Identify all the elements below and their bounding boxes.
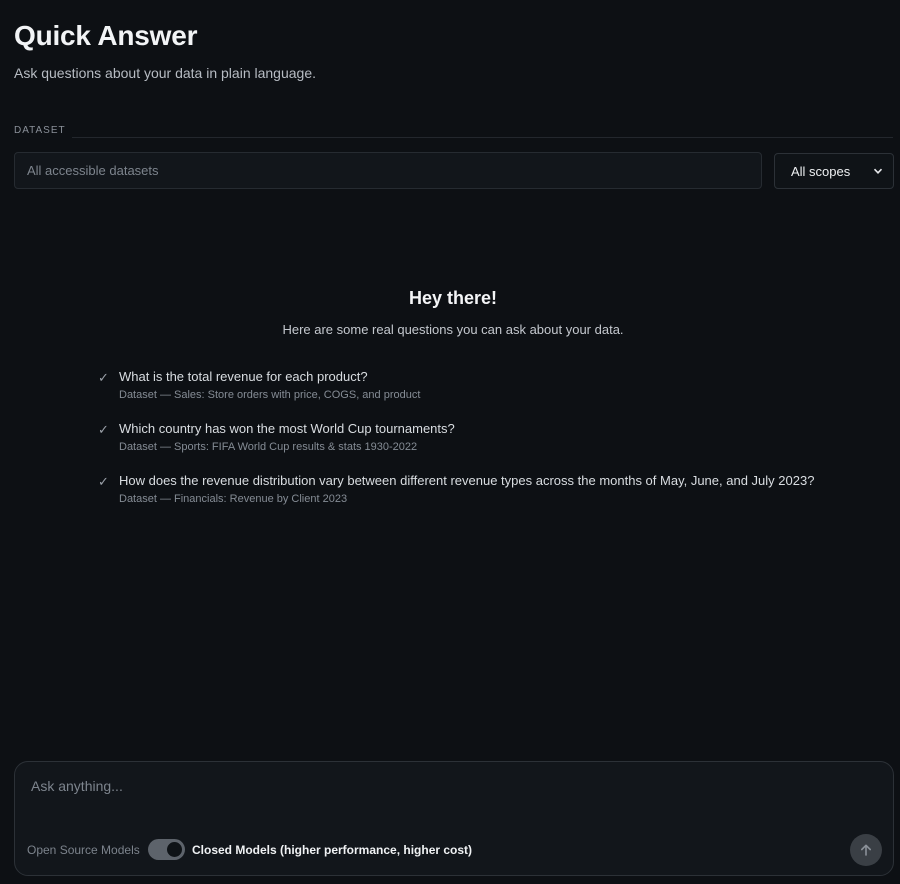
scope-select[interactable]: All scopes [774,153,894,189]
example-question-item[interactable]: ✓ What is the total revenue for each pro… [98,369,860,421]
check-icon: ✓ [98,422,109,437]
example-dataset-text: Dataset — Financials: Revenue by Client … [119,493,348,505]
dataset-input-placeholder: All accessible datasets [27,163,159,178]
scope-select-value: All scopes [791,163,851,179]
dataset-search-input[interactable]: All accessible datasets [14,152,762,189]
send-button[interactable] [850,834,882,866]
welcome-subtitle: Here are some real questions you can ask… [282,322,624,337]
example-dataset-text: Dataset — Sports: FIFA World Cup results… [119,441,418,453]
model-type-toggle[interactable] [148,839,185,860]
example-question-text: Which country has won the most World Cup… [119,421,455,436]
check-icon: ✓ [98,474,109,489]
toggle-knob [167,842,182,857]
example-dataset-text: Dataset — Sales: Store orders with price… [119,389,421,401]
ask-input[interactable]: Ask anything... [31,778,123,794]
example-question-item[interactable]: ✓ How does the revenue distribution vary… [98,473,860,525]
chat-composer: Ask anything... Open Source Models Close… [14,761,894,876]
section-divider [72,137,893,138]
page-subtitle: Ask questions about your data in plain l… [14,65,316,81]
dataset-section-label: DATASET [14,125,66,136]
open-source-models-label[interactable]: Open Source Models [27,843,140,857]
example-question-text: How does the revenue distribution vary b… [119,473,815,488]
chevron-down-icon [873,168,883,174]
welcome-title: Hey there! [408,288,498,308]
example-question-item[interactable]: ✓ Which country has won the most World C… [98,421,860,473]
arrow-up-icon [861,844,871,856]
example-questions-list: ✓ What is the total revenue for each pro… [98,369,860,525]
page-title: Quick Answer [14,20,198,51]
check-icon: ✓ [98,370,109,385]
quick-answer-page: Quick Answer Ask questions about your da… [0,0,900,884]
example-question-text: What is the total revenue for each produ… [119,369,368,384]
closed-models-label[interactable]: Closed Models (higher performance, highe… [192,843,472,857]
